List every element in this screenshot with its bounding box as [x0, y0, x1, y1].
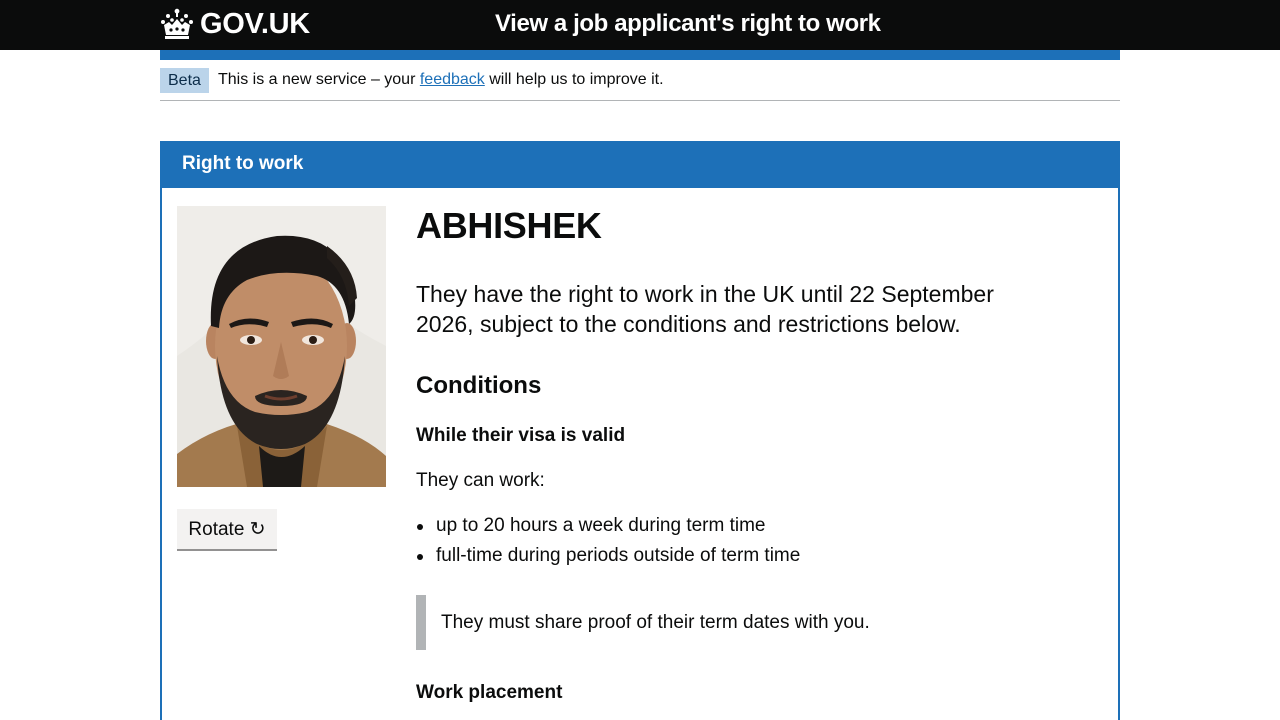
- applicant-photo: [177, 206, 386, 487]
- feedback-link[interactable]: feedback: [420, 71, 485, 88]
- logo-text: GOV.UK: [200, 7, 310, 40]
- header-container: GOV.UK View a job applicant's right to w…: [160, 0, 1120, 50]
- inset-text: They must share proof of their term date…: [416, 595, 1056, 650]
- phase-banner-text: This is a new service – your feedback wi…: [218, 70, 664, 90]
- site-header: GOV.UK View a job applicant's right to w…: [0, 0, 1280, 50]
- beta-tag: Beta: [160, 68, 209, 93]
- right-to-work-summary: They have the right to work in the UK un…: [416, 281, 994, 337]
- phase-banner: Beta This is a new service – your feedba…: [160, 68, 1120, 101]
- card-header: Right to work: [160, 141, 1120, 188]
- phase-text-before: This is a new service – your: [218, 71, 420, 88]
- header-blue-bar: [160, 50, 1120, 60]
- card-title: Right to work: [182, 153, 304, 174]
- govuk-logo-link[interactable]: GOV.UK: [160, 6, 310, 42]
- work-placement-heading: Work placement: [416, 682, 563, 703]
- conditions-heading: Conditions: [416, 372, 542, 399]
- rotate-photo-button[interactable]: Rotate ↻: [177, 509, 277, 549]
- list-item: full-time during periods outside of term…: [416, 543, 1056, 568]
- can-work-text: They can work:: [416, 470, 545, 491]
- applicant-portrait-image: [177, 206, 386, 487]
- phase-text-after: will help us to improve it.: [484, 71, 664, 88]
- right-to-work-details: ABHISHEK They have the right to work in …: [416, 201, 1056, 705]
- right-to-work-card: Right to work Rotate ↻ ABHISHEK They hav…: [160, 141, 1120, 720]
- list-item: up to 20 hours a week during term time: [416, 513, 1056, 538]
- visa-valid-heading: While their visa is valid: [416, 425, 626, 446]
- crown-icon: [161, 8, 193, 39]
- service-name[interactable]: View a job applicant's right to work: [495, 10, 881, 38]
- work-conditions-list: up to 20 hours a week during term time f…: [416, 513, 1056, 568]
- applicant-name: ABHISHEK: [416, 205, 602, 246]
